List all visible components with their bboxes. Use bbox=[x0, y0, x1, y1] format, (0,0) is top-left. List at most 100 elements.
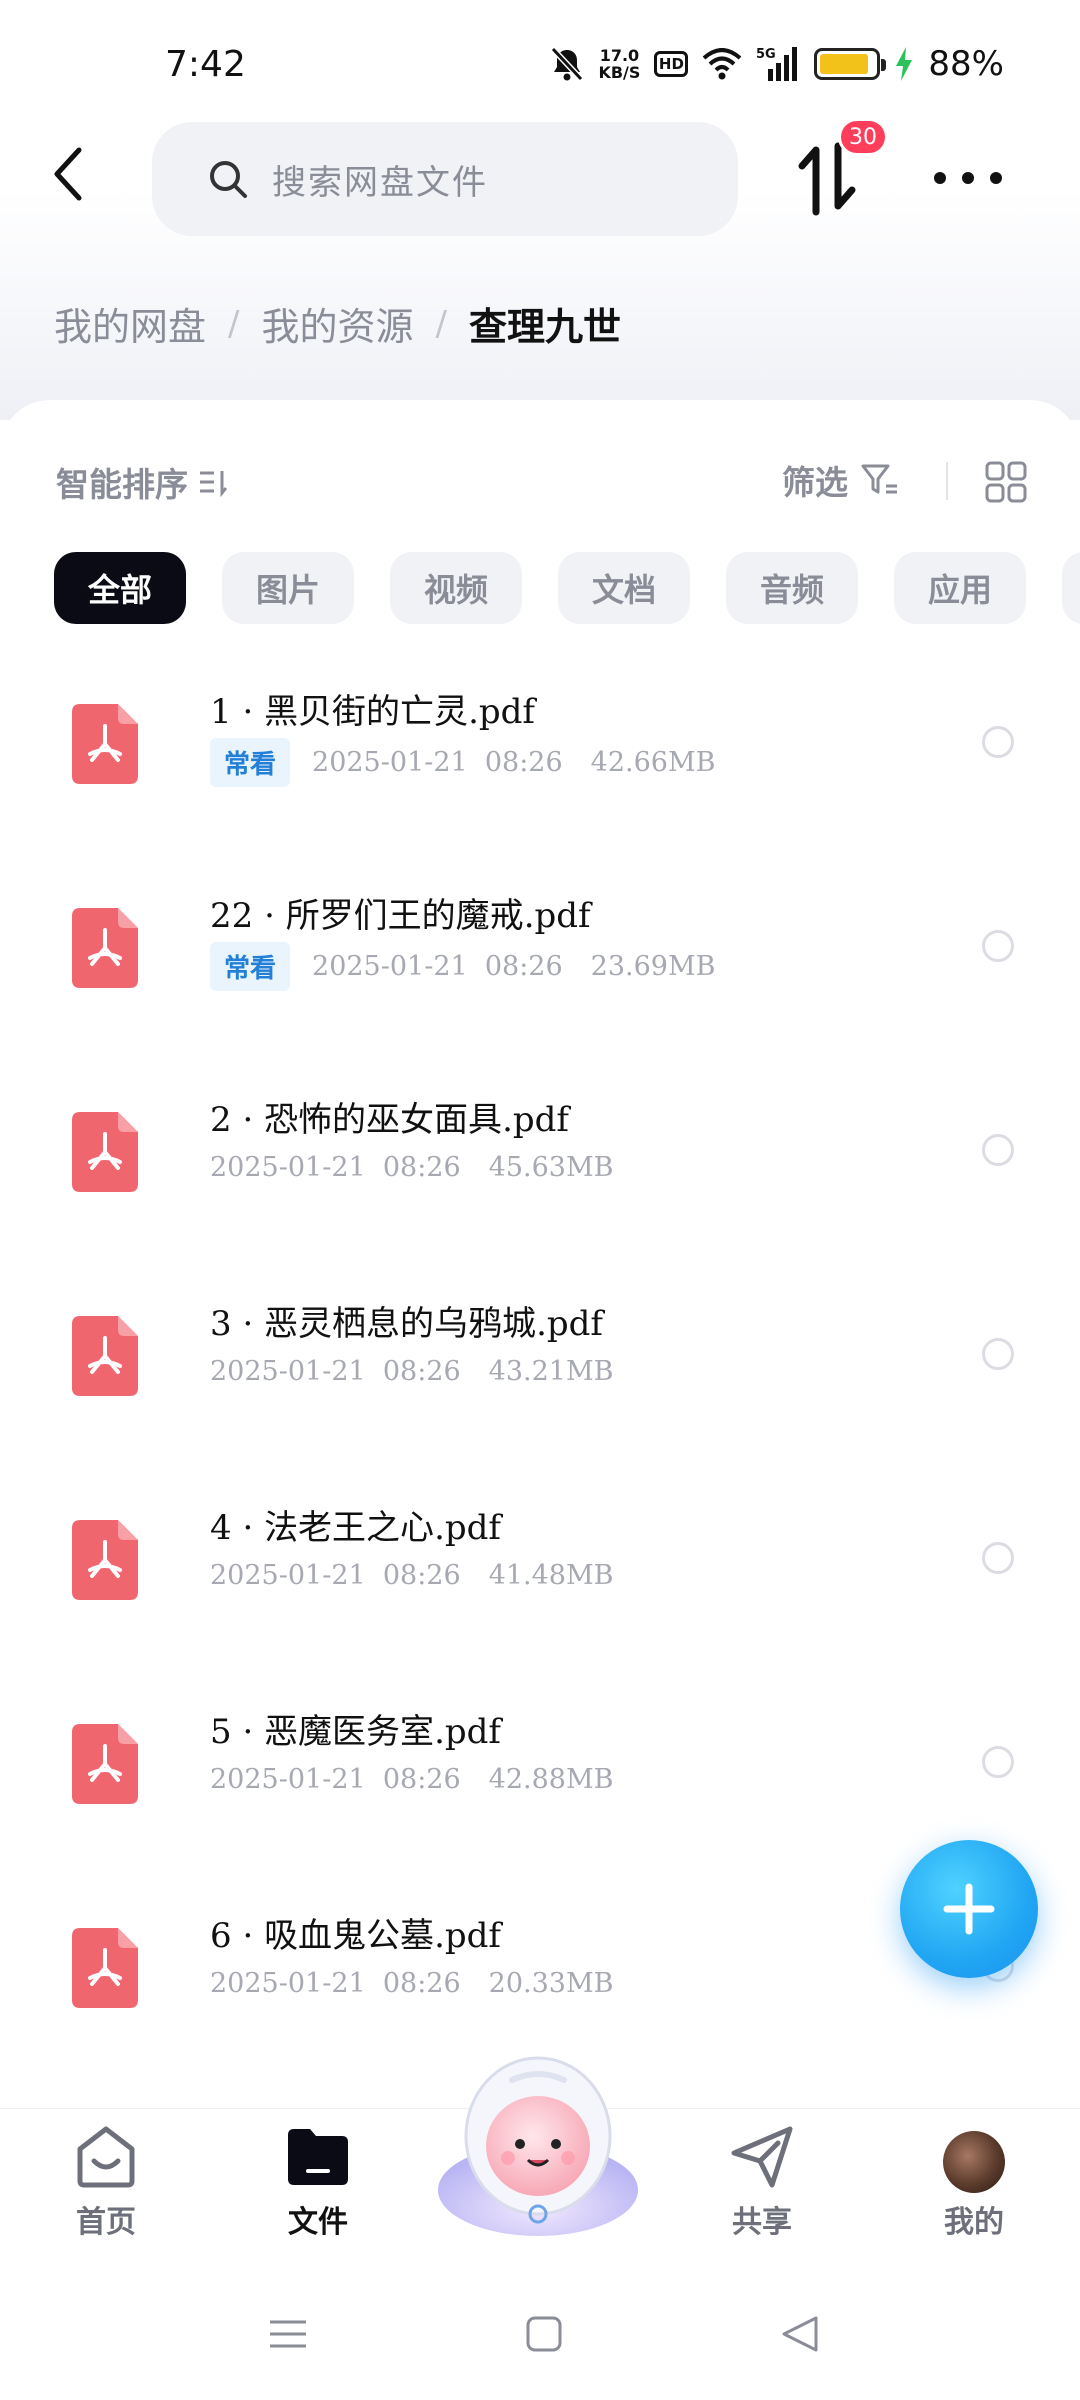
grid-view-button[interactable] bbox=[984, 460, 1028, 504]
file-row[interactable]: 1 · 黑贝街的亡灵.pdf 常看 2025-01-21 08:26 42.66MB bbox=[0, 664, 1080, 868]
mute-bell-icon bbox=[550, 46, 584, 82]
select-checkbox[interactable] bbox=[982, 1542, 1014, 1574]
file-index: 22 · bbox=[210, 896, 286, 936]
tab-videos[interactable]: 视频 bbox=[390, 552, 522, 624]
square-icon bbox=[526, 2316, 562, 2352]
select-checkbox[interactable] bbox=[982, 1746, 1014, 1778]
file-size: 20.33MB bbox=[488, 1968, 614, 1999]
folder-icon bbox=[288, 2129, 348, 2185]
sort-button[interactable]: 智能排序 bbox=[56, 458, 228, 506]
file-size: 42.88MB bbox=[488, 1764, 614, 1795]
nav-files[interactable]: 文件 bbox=[248, 2123, 388, 2241]
breadcrumb-separator: / bbox=[435, 303, 447, 344]
ai-assistant-mascot-button[interactable] bbox=[428, 2040, 648, 2240]
file-row[interactable]: 5 · 恶魔医务室.pdf 2025-01-21 08:26 42.88MB bbox=[0, 1684, 1080, 1888]
file-extension: .pdf bbox=[468, 692, 535, 732]
file-size: 43.21MB bbox=[488, 1356, 614, 1387]
nav-mine[interactable]: 我的 bbox=[904, 2123, 1044, 2241]
file-date: 2025-01-21 08:26 bbox=[210, 1560, 461, 1591]
system-back-button[interactable] bbox=[780, 2314, 820, 2358]
network-speed-unit: KB/S bbox=[598, 63, 641, 82]
tab-documents[interactable]: 文档 bbox=[558, 552, 690, 624]
filter-button[interactable]: 筛选 bbox=[782, 456, 900, 504]
file-extension: .pdf bbox=[523, 896, 591, 936]
home-button[interactable] bbox=[524, 2314, 564, 2358]
status-time: 7:42 bbox=[165, 44, 246, 85]
file-date: 2025-01-21 08:26 bbox=[312, 747, 563, 778]
tab-more[interactable] bbox=[1062, 552, 1080, 624]
select-checkbox[interactable] bbox=[982, 1338, 1014, 1370]
transfer-count-badge: 30 bbox=[838, 118, 888, 156]
breadcrumb-item-my-resources[interactable]: 我的资源 bbox=[261, 296, 413, 351]
pdf-file-icon bbox=[72, 1724, 138, 1804]
file-name: 1 · 黑贝街的亡灵.pdf bbox=[210, 684, 535, 733]
breadcrumb: 我的网盘 / 我的资源 / 查理九世 bbox=[54, 296, 621, 351]
search-icon bbox=[210, 161, 247, 198]
file-row[interactable]: 4 · 法老王之心.pdf 2025-01-21 08:26 41.48MB bbox=[0, 1480, 1080, 1684]
file-row[interactable]: 22 · 所罗们王的魔戒.pdf 常看 2025-01-21 08:26 23.69M… bbox=[0, 868, 1080, 1072]
file-title: 吸血鬼公墓 bbox=[264, 1916, 435, 1956]
nav-share[interactable]: 共享 bbox=[692, 2123, 832, 2241]
tab-apps[interactable]: 应用 bbox=[894, 552, 1026, 624]
file-index: 3 · bbox=[210, 1304, 265, 1344]
file-title: 黑贝街的亡灵 bbox=[264, 692, 469, 732]
sort-label: 智能排序 bbox=[56, 465, 188, 504]
hd-badge: HD bbox=[654, 51, 689, 77]
sort-icon bbox=[200, 471, 228, 497]
file-meta: 2025-01-21 08:26 20.33MB bbox=[210, 1968, 613, 1999]
grid-view-icon bbox=[985, 461, 1027, 503]
share-icon bbox=[731, 2126, 793, 2188]
battery-fill bbox=[820, 54, 868, 74]
dot bbox=[962, 172, 974, 184]
file-title: 恐怖的巫女面具 bbox=[264, 1100, 503, 1140]
more-options-button[interactable] bbox=[934, 158, 1002, 198]
menu-lines-icon bbox=[270, 2320, 306, 2348]
tab-audio[interactable]: 音频 bbox=[726, 552, 858, 624]
file-extension: .pdf bbox=[434, 1508, 501, 1548]
file-index: 2 · bbox=[210, 1100, 265, 1140]
file-meta: 2025-01-21 08:26 45.63MB bbox=[210, 1152, 613, 1183]
upload-fab-button[interactable] bbox=[900, 1840, 1038, 1978]
file-meta: 常看 2025-01-21 08:26 42.66MB bbox=[210, 738, 715, 787]
home-icon bbox=[77, 2126, 135, 2188]
select-checkbox[interactable] bbox=[982, 930, 1014, 962]
search-input[interactable]: 搜索网盘文件 bbox=[152, 122, 738, 236]
file-index: 1 · bbox=[210, 692, 265, 732]
filter-icon bbox=[861, 464, 897, 494]
nav-mine-label: 我的 bbox=[944, 2205, 1004, 2240]
toolbar-divider bbox=[946, 462, 948, 500]
nav-home-label: 首页 bbox=[76, 2205, 136, 2240]
mascot-icon bbox=[438, 2056, 638, 2236]
recent-apps-button[interactable] bbox=[268, 2314, 308, 2358]
nav-home[interactable]: 首页 bbox=[36, 2123, 176, 2241]
frequent-tag: 常看 bbox=[210, 738, 291, 787]
dot bbox=[990, 172, 1002, 184]
dot bbox=[934, 172, 946, 184]
select-checkbox[interactable] bbox=[982, 726, 1014, 758]
file-row[interactable]: 2 · 恐怖的巫女面具.pdf 2025-01-21 08:26 45.63MB bbox=[0, 1072, 1080, 1276]
battery-icon bbox=[814, 48, 887, 80]
tab-images[interactable]: 图片 bbox=[222, 552, 354, 624]
status-indicators: 17.0 KB/S HD 5G 88% bbox=[550, 40, 1004, 88]
file-meta: 常看 2025-01-21 08:26 23.69MB bbox=[210, 942, 715, 991]
pdf-file-icon bbox=[72, 1520, 138, 1600]
back-button[interactable] bbox=[44, 142, 92, 206]
breadcrumb-current: 查理九世 bbox=[468, 305, 621, 349]
file-row[interactable]: 3 · 恶灵栖息的乌鸦城.pdf 2025-01-21 08:26 43.21MB bbox=[0, 1276, 1080, 1480]
breadcrumb-separator: / bbox=[228, 303, 240, 344]
file-title: 恶灵栖息的乌鸦城 bbox=[264, 1304, 537, 1344]
frequent-tag: 常看 bbox=[210, 942, 291, 991]
signal-icon: 5G bbox=[756, 45, 800, 83]
breadcrumb-item-my-drive[interactable]: 我的网盘 bbox=[54, 296, 206, 351]
search-placeholder: 搜索网盘文件 bbox=[272, 162, 488, 203]
avatar bbox=[943, 2131, 1005, 2193]
triangle-back-icon bbox=[782, 2316, 818, 2352]
file-size: 23.69MB bbox=[590, 951, 716, 982]
charging-icon bbox=[894, 47, 914, 81]
battery-tip bbox=[881, 59, 887, 71]
tab-all[interactable]: 全部 bbox=[54, 552, 186, 624]
pdf-file-icon bbox=[72, 704, 138, 784]
select-checkbox[interactable] bbox=[982, 1134, 1014, 1166]
file-size: 42.66MB bbox=[590, 747, 716, 778]
file-size: 41.48MB bbox=[488, 1560, 614, 1591]
